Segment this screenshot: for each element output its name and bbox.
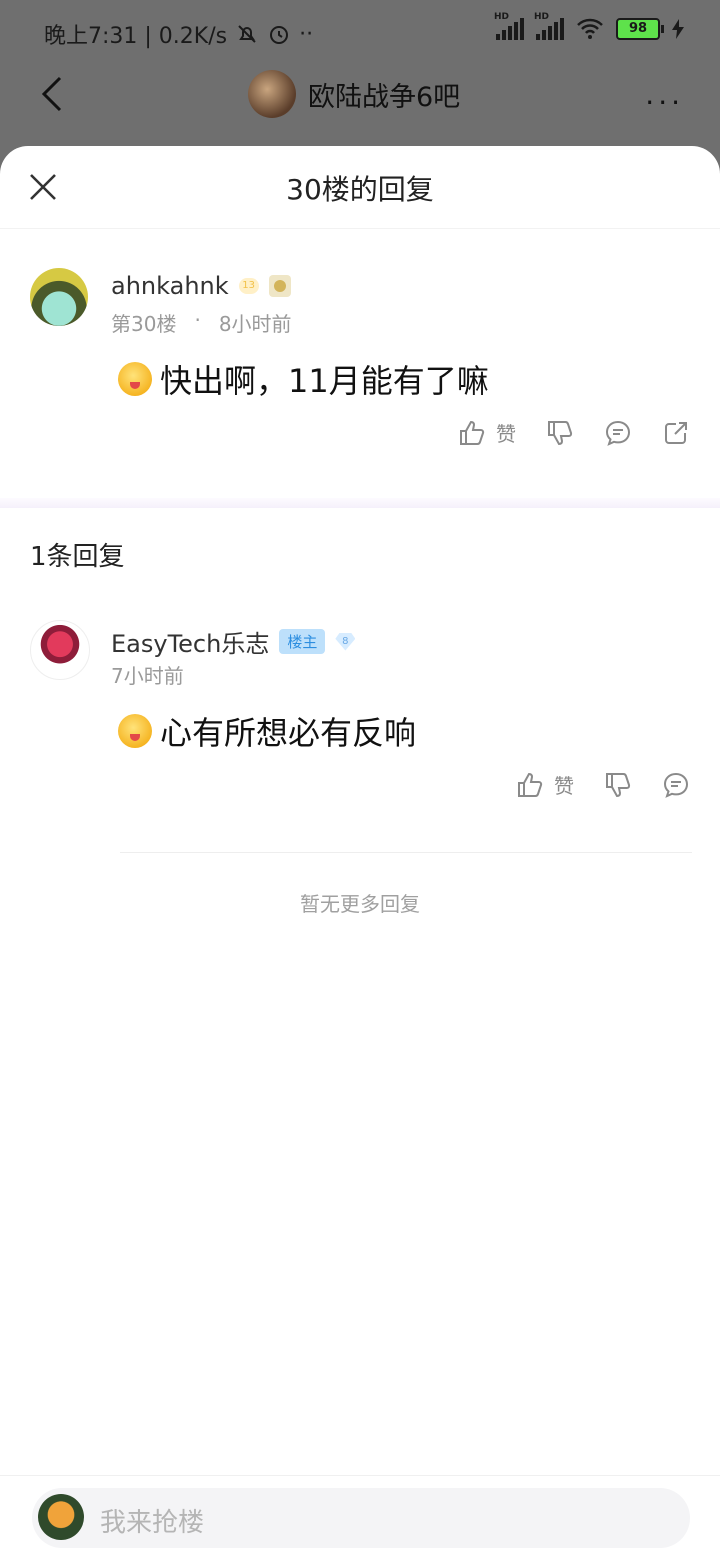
signal-1-icon: HD <box>494 12 524 40</box>
like-button[interactable]: 赞 <box>458 418 516 447</box>
thumbs-down-icon[interactable] <box>546 419 574 447</box>
comment-icon[interactable] <box>604 419 632 447</box>
signal-2-icon: HD <box>534 12 564 40</box>
sheet-title: 30楼的回复 <box>286 173 434 206</box>
status-bar: 晚上7:31 | 0.2K/s ·· HD HD 98 <box>0 0 720 66</box>
back-icon[interactable] <box>34 74 74 114</box>
status-left: 晚上7:31 | 0.2K/s ·· <box>44 18 313 50</box>
like-button[interactable]: 赞 <box>516 770 574 799</box>
avatar[interactable] <box>30 268 88 326</box>
like-label: 赞 <box>554 774 574 798</box>
battery-icon: 98 <box>616 18 664 40</box>
like-label: 赞 <box>496 422 516 446</box>
username[interactable]: EasyTech乐志 <box>111 624 269 659</box>
reply-content: 心有所想必有反响 <box>118 708 416 754</box>
post-content: 快出啊，11月能有了嘛 <box>118 356 489 402</box>
reply-time: 7小时前 <box>111 664 184 688</box>
reply-text: 心有所想必有反响 <box>160 714 417 752</box>
level-badge: 13 <box>238 278 259 294</box>
smile-emoji-icon <box>118 714 152 748</box>
tongue-emoji-icon <box>118 362 152 396</box>
reply-meta: 7小时前 <box>111 660 184 689</box>
status-right: HD HD 98 <box>494 12 684 40</box>
forum-avatar <box>248 70 296 118</box>
share-icon[interactable] <box>662 419 690 447</box>
forum-title[interactable]: 欧陆战争6吧 <box>248 70 460 118</box>
post-actions: 赞 <box>458 418 690 447</box>
reply-actions: 赞 <box>516 770 690 799</box>
user-line: EasyTech乐志 楼主 8 <box>111 624 356 659</box>
more-status-icon: ·· <box>299 21 314 47</box>
meta-separator: · <box>194 308 201 332</box>
reply-input-bar: 我来抢楼 <box>0 1475 720 1560</box>
replies-sheet: 30楼的回复 ahnkahnk 13 第30楼 · 8小时前 快出啊，11月能有… <box>0 146 720 1560</box>
my-avatar <box>38 1494 84 1540</box>
reply-divider <box>120 852 692 853</box>
username[interactable]: ahnkahnk <box>111 272 229 300</box>
reply-input[interactable]: 我来抢楼 <box>32 1488 690 1548</box>
thumbs-up-icon <box>460 420 485 445</box>
wifi-icon <box>577 18 603 39</box>
post-meta: 第30楼 · 8小时前 <box>111 308 292 337</box>
diamond-level-badge: 8 <box>335 632 356 651</box>
post-time: 8小时前 <box>218 312 292 336</box>
forum-header: 欧陆战争6吧 ··· <box>0 66 720 146</box>
medal-badge-icon <box>268 275 291 297</box>
thumbs-down-icon[interactable] <box>604 771 632 799</box>
post-text: 快出啊，11月能有了嘛 <box>160 362 489 400</box>
more-options-button[interactable]: ··· <box>645 86 684 119</box>
bell-muted-icon <box>238 25 256 43</box>
reply-item: EasyTech乐志 楼主 8 7小时前 心有所想必有反响 赞 <box>0 598 720 858</box>
thumbs-up-icon <box>518 772 543 797</box>
alarm-icon <box>270 26 289 44</box>
sheet-header: 30楼的回复 <box>0 146 720 229</box>
input-placeholder: 我来抢楼 <box>100 1508 205 1538</box>
no-more-replies: 暂无更多回复 <box>300 892 420 916</box>
floor-post: ahnkahnk 13 第30楼 · 8小时前 快出啊，11月能有了嘛 赞 <box>0 246 720 506</box>
comment-icon[interactable] <box>662 771 690 799</box>
user-line: ahnkahnk 13 <box>111 272 291 300</box>
status-time: 晚上7:31 | 0.2K/s <box>44 24 228 49</box>
avatar[interactable] <box>30 620 90 680</box>
charging-icon <box>672 19 684 39</box>
reply-count: 1条回复 <box>30 542 125 572</box>
floor-number: 第30楼 <box>111 312 177 336</box>
forum-name: 欧陆战争6吧 <box>308 81 461 113</box>
owner-badge: 楼主 <box>279 629 326 654</box>
section-divider <box>0 498 720 508</box>
